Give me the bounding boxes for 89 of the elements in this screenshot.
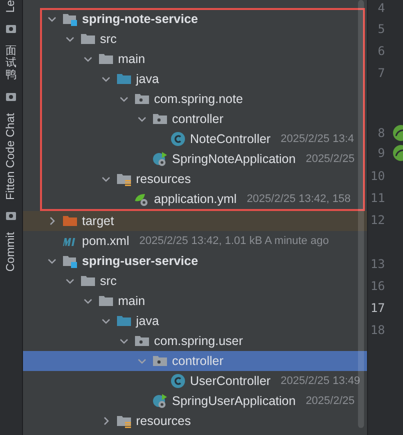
item-name: NoteController bbox=[190, 132, 271, 146]
line-number: 10 bbox=[370, 169, 385, 183]
tool-window-tab[interactable]: Fitten Code Chat bbox=[5, 113, 17, 200]
spring-class-icon bbox=[152, 151, 168, 167]
item-name: spring-note-service bbox=[82, 12, 198, 26]
line-number: 18 bbox=[370, 323, 385, 337]
folder-icon bbox=[98, 51, 114, 67]
tree-item[interactable]: main bbox=[40, 49, 365, 69]
spring-class-icon bbox=[152, 393, 168, 409]
package-icon bbox=[152, 353, 168, 369]
file-info: 2025/2/25 13:4 bbox=[280, 133, 354, 145]
item-name: resources bbox=[136, 172, 191, 186]
item-name: spring-user-service bbox=[82, 254, 198, 268]
tree-item[interactable]: com.spring.note bbox=[40, 89, 365, 109]
tree-item[interactable]: SpringNoteApplication 2025/2/25 bbox=[40, 149, 365, 169]
tree-item[interactable]: target bbox=[23, 211, 367, 231]
tree-item[interactable]: controller bbox=[23, 351, 367, 371]
item-name: java bbox=[136, 314, 159, 328]
tree-item[interactable]: resources bbox=[40, 169, 365, 189]
line-number: 4 bbox=[378, 1, 385, 15]
class-icon bbox=[170, 131, 186, 147]
item-name: main bbox=[118, 294, 146, 308]
folder-icon bbox=[80, 31, 96, 47]
package-icon bbox=[134, 91, 150, 107]
item-name: java bbox=[136, 72, 159, 86]
scrollbar[interactable] bbox=[358, 0, 364, 428]
tool-window-tab[interactable]: 面试鸭 bbox=[6, 44, 16, 82]
tree-item[interactable]: java bbox=[40, 69, 365, 89]
package-icon bbox=[134, 333, 150, 349]
resources-folder-icon bbox=[116, 413, 132, 429]
resources-folder-icon bbox=[116, 171, 132, 187]
file-info: 2025/2/25 bbox=[306, 395, 355, 407]
item-name: com.spring.user bbox=[154, 334, 243, 348]
tree-item[interactable]: src bbox=[40, 29, 365, 49]
folder-icon bbox=[116, 71, 132, 87]
item-name: controller bbox=[172, 354, 224, 368]
item-name: pom.xml bbox=[82, 234, 130, 248]
tree-item[interactable]: pom.xml 2025/2/25 13:42, 1.01 kB A minute ago bbox=[23, 231, 367, 251]
tree-item[interactable]: NoteController 2025/2/25 13:4 bbox=[40, 129, 365, 149]
module-folder-icon bbox=[62, 11, 78, 27]
line-number: 16 bbox=[370, 279, 385, 293]
line-number: 5 bbox=[378, 22, 385, 36]
folder-icon bbox=[62, 213, 78, 229]
line-number: 17 bbox=[370, 301, 385, 315]
item-name: target bbox=[82, 214, 114, 228]
file-info: 2025/2/25 13:42, 1.01 kB A minute ago bbox=[139, 235, 329, 247]
item-name: src bbox=[100, 274, 117, 288]
item-name: SpringNoteApplication bbox=[172, 152, 296, 166]
item-name: main bbox=[118, 52, 146, 66]
item-name: src bbox=[100, 32, 117, 46]
file-info: 2025/2/25 13:42, 158 bbox=[246, 193, 351, 205]
spring-config-icon bbox=[134, 191, 150, 207]
tree-item[interactable]: application.yml 2025/2/25 13:42, 158 bbox=[40, 189, 365, 209]
tree-item[interactable]: UserController 2025/2/25 13:49 bbox=[23, 371, 367, 391]
line-number: 12 bbox=[370, 213, 385, 227]
module-folder-icon bbox=[62, 253, 78, 269]
item-name: resources bbox=[136, 414, 191, 428]
tree-item[interactable]: spring-user-service bbox=[23, 251, 367, 271]
class-icon bbox=[170, 373, 186, 389]
tree-item[interactable]: src bbox=[23, 271, 367, 291]
tree-item[interactable]: SpringUserApplication 2025/2/25 bbox=[23, 391, 367, 411]
tool-window-tab[interactable]: Commit bbox=[5, 232, 17, 272]
tree-item[interactable]: java bbox=[23, 311, 367, 331]
item-name: SpringUserApplication bbox=[172, 394, 296, 408]
folder-icon bbox=[116, 313, 132, 329]
folder-icon bbox=[98, 293, 114, 309]
folder-icon bbox=[80, 273, 96, 289]
package-icon bbox=[152, 111, 168, 127]
line-number: 11 bbox=[370, 191, 385, 205]
item-name: controller bbox=[172, 112, 224, 126]
tree-item[interactable]: com.spring.user bbox=[23, 331, 367, 351]
line-number: 8 bbox=[378, 126, 385, 140]
tree-item[interactable]: controller bbox=[40, 109, 365, 129]
item-name: com.spring.note bbox=[154, 92, 243, 106]
tool-window-icon[interactable] bbox=[5, 91, 17, 104]
item-name: UserController bbox=[190, 374, 271, 388]
tool-window-icon[interactable] bbox=[5, 22, 17, 35]
line-number: 9 bbox=[378, 146, 385, 160]
tree-item[interactable]: resources bbox=[23, 411, 367, 431]
item-name: application.yml bbox=[154, 192, 237, 206]
line-number: 13 bbox=[370, 257, 385, 271]
line-number: 7 bbox=[378, 66, 385, 80]
file-info: 2025/2/25 13:49 bbox=[280, 375, 360, 387]
tool-window-tab[interactable]: Le bbox=[5, 0, 17, 13]
line-number: 6 bbox=[378, 44, 385, 58]
tree-item[interactable]: spring-note-service bbox=[40, 9, 365, 29]
file-info: 2025/2/25 bbox=[306, 153, 355, 165]
tree-item[interactable]: main bbox=[23, 291, 367, 311]
tool-window-icon[interactable] bbox=[5, 210, 17, 222]
